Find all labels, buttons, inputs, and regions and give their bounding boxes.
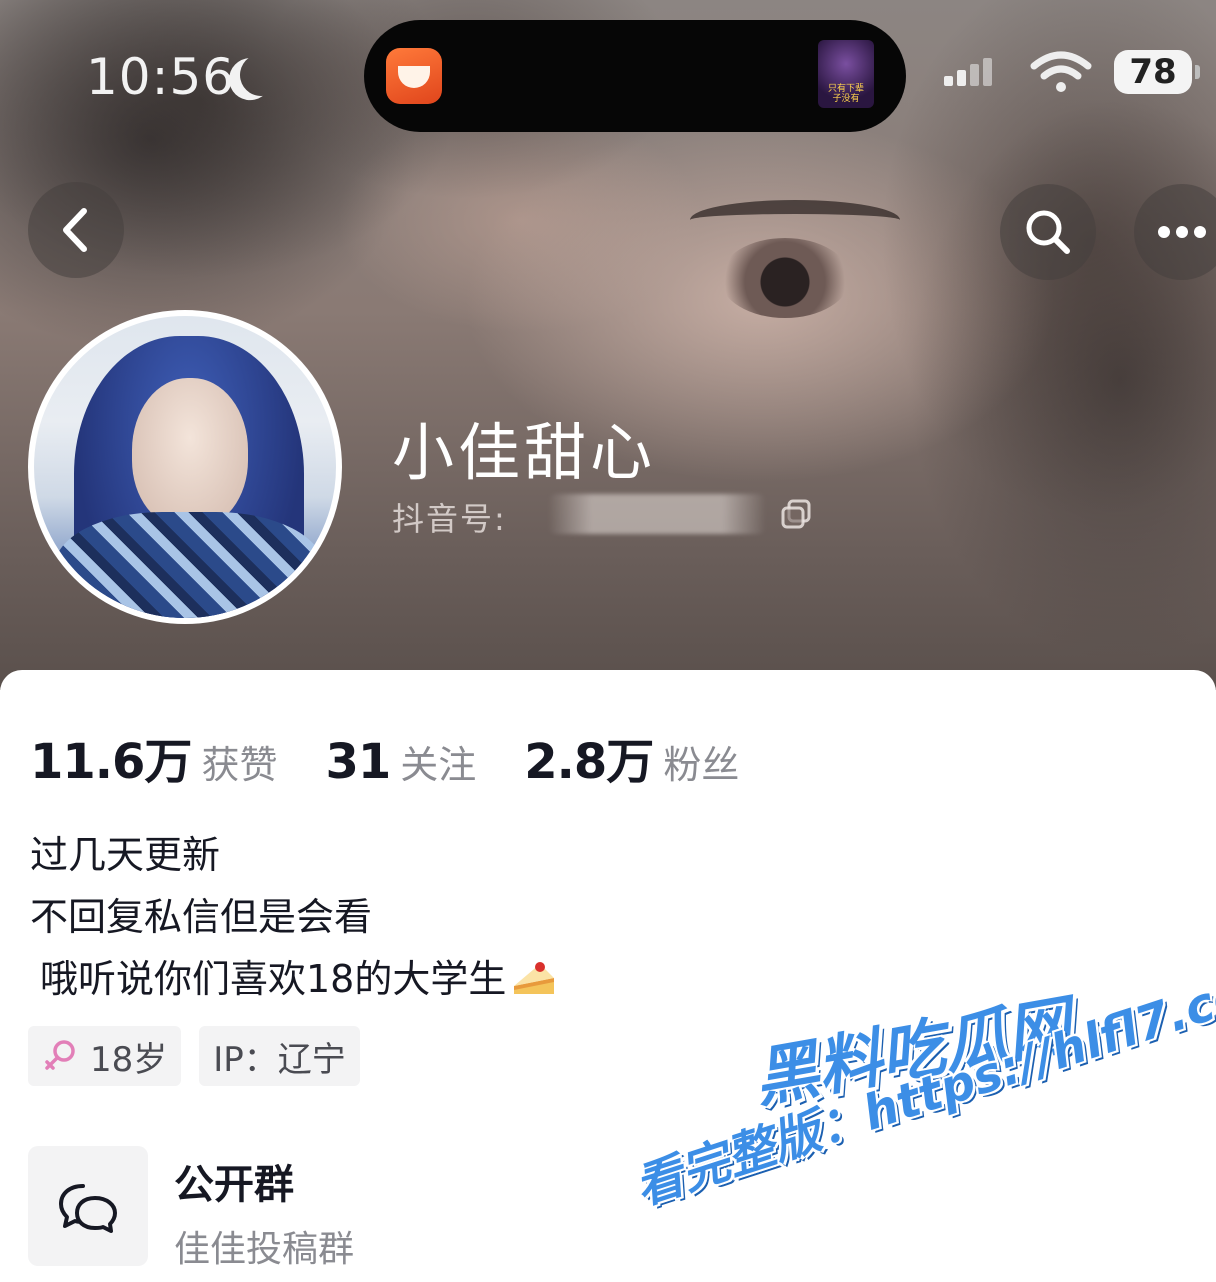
search-button[interactable] bbox=[1000, 184, 1096, 280]
bio-line-text: 哦听说你们喜欢18的大学生 bbox=[40, 957, 507, 1001]
more-icon bbox=[1158, 226, 1170, 238]
douyin-id-value-blurred bbox=[548, 494, 766, 534]
bio-line: 不回复私信但是会看 bbox=[30, 895, 373, 939]
stat-following[interactable]: 31 关注 bbox=[325, 734, 476, 790]
now-playing-cover[interactable]: 只有下辈 子没有 bbox=[818, 40, 874, 108]
battery-indicator: 78 bbox=[1114, 50, 1200, 94]
profile-tags: 18岁 IP：辽宁 bbox=[28, 1026, 378, 1086]
stat-likes[interactable]: 11.6万 获赞 bbox=[30, 722, 277, 792]
profile-stats: 11.6万 获赞 31 关注 2.8万 粉丝 bbox=[30, 722, 787, 792]
stat-label: 粉丝 bbox=[663, 743, 740, 787]
stat-value: 11.6万 bbox=[30, 734, 192, 790]
search-icon bbox=[1026, 210, 1070, 254]
cover-brow bbox=[690, 200, 900, 240]
stat-value: 2.8万 bbox=[524, 734, 654, 790]
wifi-icon bbox=[1030, 51, 1092, 92]
avatar[interactable] bbox=[28, 310, 342, 624]
back-arrow-icon bbox=[63, 208, 87, 252]
stat-label: 获赞 bbox=[201, 743, 278, 787]
chat-bubbles-icon bbox=[59, 1184, 117, 1233]
age-tag-text: 18岁 bbox=[90, 1039, 168, 1080]
group-subtitle: 佳佳投稿群 bbox=[174, 1229, 355, 1270]
stat-followers[interactable]: 2.8万 粉丝 bbox=[524, 722, 739, 792]
signal-icon bbox=[944, 56, 994, 86]
stat-value: 31 bbox=[325, 734, 391, 790]
group-icon-box bbox=[28, 1146, 148, 1266]
bio-line: 哦听说你们喜欢18的大学生 bbox=[40, 948, 558, 1010]
douyin-id-label: 抖音号: bbox=[392, 500, 507, 538]
group-title: 公开群 bbox=[174, 1162, 294, 1208]
status-time: 10:56 bbox=[86, 48, 236, 106]
ip-tag-text: IP：辽宁 bbox=[213, 1039, 346, 1080]
cover-eye bbox=[720, 238, 850, 318]
cake-icon bbox=[514, 962, 555, 994]
age-tag: 18岁 bbox=[28, 1026, 182, 1086]
back-button[interactable] bbox=[28, 182, 124, 278]
dynamic-island[interactable]: 只有下辈 子没有 bbox=[364, 20, 906, 132]
profile-name: 小佳甜心 bbox=[392, 416, 657, 489]
stat-label: 关注 bbox=[400, 743, 477, 787]
copy-icon[interactable] bbox=[780, 498, 814, 530]
ip-tag: IP：辽宁 bbox=[199, 1026, 360, 1086]
app-icon[interactable] bbox=[386, 48, 442, 104]
bio-line: 过几天更新 bbox=[30, 833, 221, 877]
female-icon bbox=[45, 1040, 75, 1070]
profile-bio: 过几天更新 不回复私信但是会看 哦听说你们喜欢18的大学生 bbox=[30, 824, 558, 1010]
